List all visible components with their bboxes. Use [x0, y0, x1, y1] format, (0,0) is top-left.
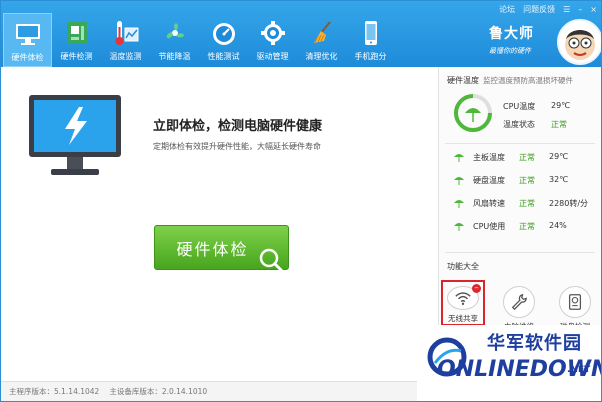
- umbrella-icon: [454, 177, 464, 185]
- phone-icon: [364, 21, 377, 45]
- umbrella-icon: [454, 223, 464, 231]
- gear-icon: [260, 21, 285, 45]
- menu-icon[interactable]: ☰: [563, 5, 570, 14]
- hw-temp-title: 硬件温度 监控温度预防高温损坏硬件: [447, 76, 573, 85]
- top-links: 论坛 问题反馈 ☰ – ×: [499, 3, 597, 15]
- brand: 鲁大师 最懂你的硬件: [489, 23, 534, 56]
- monitor-icon: [15, 24, 40, 45]
- hw-temp-subtitle: 监控温度预防高温损坏硬件: [483, 76, 573, 85]
- mascot-face-icon: [565, 30, 595, 60]
- thermometer-icon: [115, 21, 138, 45]
- watermark: 华军软件园 ONLINEDOWN .NET: [417, 325, 601, 401]
- close-icon[interactable]: ×: [590, 5, 597, 14]
- computer-monitor-icon: [29, 95, 121, 175]
- header-bar: 论坛 问题反馈 ☰ – × 硬件体检 硬件检测 温度监测 节能降温 性能测试 驱…: [1, 1, 601, 67]
- cpu-temp-label: CPU温度: [503, 102, 536, 111]
- circuit-board-icon: [66, 22, 87, 44]
- temp-state-label: 温度状态: [503, 120, 535, 129]
- feedback-link[interactable]: 问题反馈: [523, 4, 555, 15]
- feature-badge: –: [472, 284, 481, 293]
- checkup-button-label: 硬件体检: [176, 239, 249, 259]
- nav-label: 性能测试: [207, 52, 240, 61]
- broom-icon: [313, 21, 331, 43]
- status-bar: 主程序版本：5.1.14.1042 主设备库版本：2.0.14.1010: [1, 381, 437, 401]
- disk-temp-label: 硬盘温度: [473, 176, 505, 185]
- fan-speed-value: 2280转/分: [549, 199, 589, 208]
- forum-link[interactable]: 论坛: [499, 4, 515, 15]
- watermark-net: .NET: [567, 365, 591, 375]
- disk-temp-status: 正常: [519, 176, 535, 185]
- wifi-icon: [455, 292, 471, 306]
- temp-state-value: 正常: [551, 120, 567, 129]
- umbrella-icon: [454, 154, 464, 162]
- cpu-usage-status: 正常: [519, 222, 535, 231]
- features-title: 功能大全: [447, 262, 479, 271]
- nav-hardware-detect[interactable]: 硬件检测: [52, 13, 101, 67]
- wrench-icon: [511, 294, 527, 311]
- speedometer-icon: [212, 23, 235, 45]
- checkup-headline: 立即体检，检测电脑硬件健康: [153, 119, 323, 134]
- magnifier-icon: [259, 248, 285, 274]
- divider: [445, 143, 595, 144]
- nav-label: 硬件体检: [11, 53, 44, 62]
- feature-wifi-share[interactable]: – 无线共享: [441, 280, 485, 326]
- feature-icon-wrap: [503, 286, 535, 318]
- main-nav: 硬件体检 硬件检测 温度监测 节能降温 性能测试 驱动管理 清理优化 手机跑分: [3, 13, 395, 67]
- nav-label: 手机跑分: [354, 52, 387, 61]
- mainboard-temp-status: 正常: [519, 153, 535, 162]
- mainboard-temp-value: 29℃: [549, 152, 569, 161]
- temperature-ring-icon: [454, 94, 492, 132]
- nav-driver-management[interactable]: 驱动管理: [248, 13, 297, 67]
- nav-label: 驱动管理: [256, 52, 289, 61]
- disk-temp-value: 32℃: [549, 175, 569, 184]
- nav-label: 温度监测: [109, 52, 142, 61]
- app-window: 论坛 问题反馈 ☰ – × 硬件体检 硬件检测 温度监测 节能降温 性能测试 驱…: [0, 0, 602, 402]
- db-version: 主设备库版本：2.0.14.1010: [109, 387, 208, 396]
- feature-icon-wrap: [559, 286, 591, 318]
- mascot-avatar[interactable]: [557, 19, 601, 65]
- mainboard-temp-label: 主板温度: [473, 153, 505, 162]
- fan-speed-label: 风扇转速: [473, 199, 505, 208]
- hardware-checkup-button[interactable]: 硬件体检: [154, 225, 289, 274]
- watermark-cn: 华军软件园: [487, 333, 582, 354]
- feature-icon-wrap: –: [447, 284, 481, 310]
- divider: [445, 252, 595, 253]
- nav-hardware-checkup[interactable]: 硬件体检: [3, 13, 52, 67]
- brand-name: 鲁大师: [489, 26, 534, 42]
- disk-icon: [568, 294, 582, 310]
- umbrella-icon: [454, 200, 464, 208]
- minimize-icon[interactable]: –: [578, 5, 582, 14]
- cpu-temp-value: 29℃: [551, 101, 571, 110]
- brand-slogan: 最懂你的硬件: [489, 47, 531, 55]
- nav-energy-saving[interactable]: 节能降温: [150, 13, 199, 67]
- nav-performance-test[interactable]: 性能测试: [199, 13, 248, 67]
- nav-temperature-monitor[interactable]: 温度监测: [101, 13, 150, 67]
- nav-label: 清理优化: [305, 52, 338, 61]
- fan-icon: [166, 23, 184, 39]
- cpu-usage-label: CPU使用: [473, 222, 506, 231]
- main-version: 主程序版本：5.1.14.1042: [9, 387, 100, 396]
- nav-phone-benchmark[interactable]: 手机跑分: [346, 13, 395, 67]
- nav-label: 节能降温: [158, 52, 191, 61]
- main-panel: 立即体检，检测电脑硬件健康 定期体检有效提升硬件性能，大幅延长硬件寿命 硬件体检: [1, 67, 437, 387]
- cpu-usage-value: 24%: [549, 221, 567, 230]
- nav-label: 硬件检测: [60, 52, 93, 61]
- checkup-subline: 定期体检有效提升硬件性能，大幅延长硬件寿命: [153, 142, 321, 151]
- nav-cleanup[interactable]: 清理优化: [297, 13, 346, 67]
- feature-label: 无线共享: [448, 314, 478, 323]
- fan-speed-status: 正常: [519, 199, 535, 208]
